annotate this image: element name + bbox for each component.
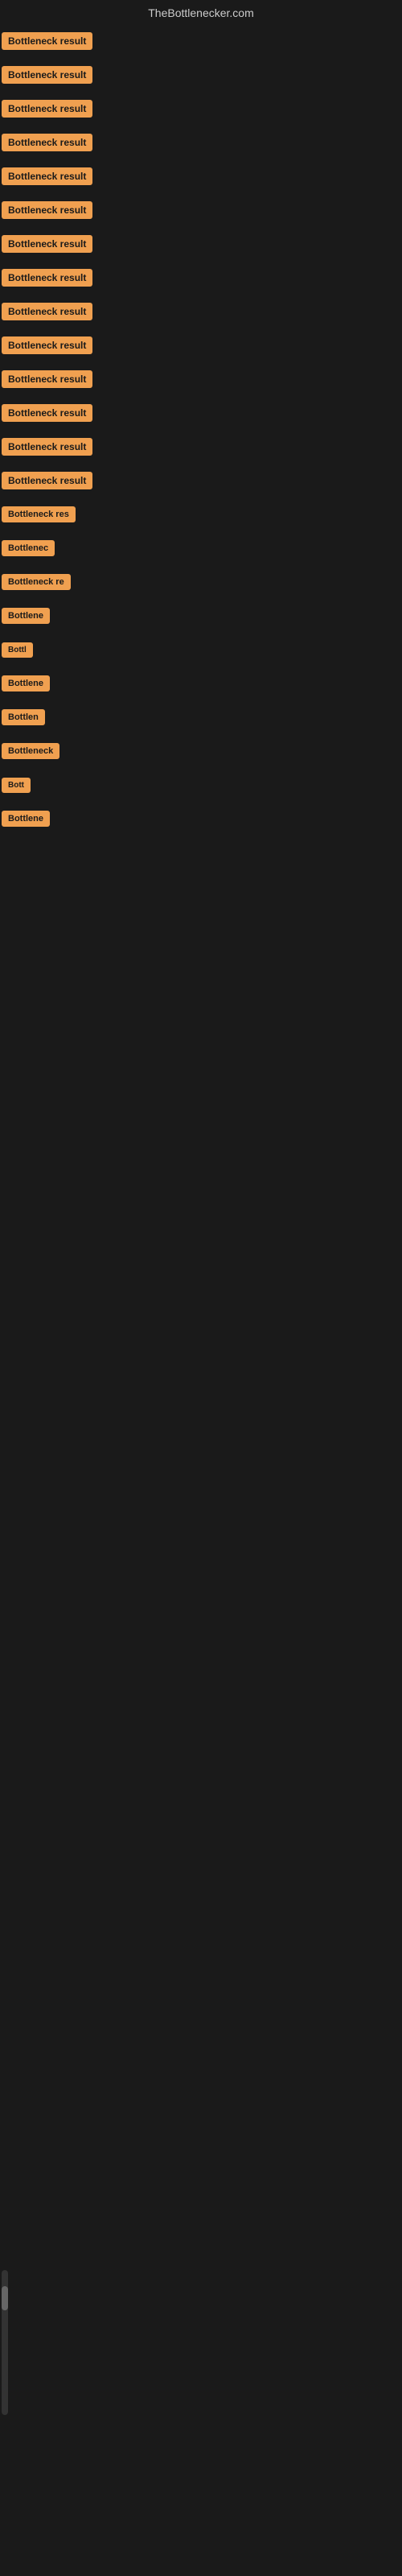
result-row: Bottleneck result <box>2 93 402 124</box>
result-row: Bottleneck result <box>2 161 402 192</box>
bottleneck-badge[interactable]: Bottleneck result <box>2 235 92 253</box>
result-row: Bottleneck result <box>2 431 402 462</box>
bottleneck-badge[interactable]: Bottleneck result <box>2 134 92 151</box>
bottleneck-badge[interactable]: Bottleneck result <box>2 167 92 185</box>
result-row: Bottlene <box>2 601 402 631</box>
bottleneck-badge[interactable]: Bottlene <box>2 811 50 827</box>
result-row: Bottlen <box>2 702 402 733</box>
result-row: Bottlenec <box>2 533 402 564</box>
bottleneck-badge[interactable]: Bottlenec <box>2 540 55 556</box>
scrollbar-thumb[interactable] <box>2 2286 8 2310</box>
result-row: Bottleneck result <box>2 26 402 56</box>
result-row: Bottleneck result <box>2 398 402 428</box>
result-row: Bottleneck <box>2 736 402 766</box>
result-row: Bottleneck res <box>2 499 402 530</box>
bottleneck-badge[interactable]: Bottleneck result <box>2 100 92 118</box>
bottleneck-badge[interactable]: Bottleneck result <box>2 32 92 50</box>
bottleneck-badge[interactable]: Bottleneck result <box>2 303 92 320</box>
bottleneck-badge[interactable]: Bottl <box>2 642 33 658</box>
bottleneck-badge[interactable]: Bottlen <box>2 709 45 725</box>
result-row: Bottleneck re <box>2 567 402 597</box>
bottleneck-badge[interactable]: Bottleneck result <box>2 404 92 422</box>
scrollbar-area[interactable] <box>2 2270 8 2415</box>
bottleneck-badge[interactable]: Bott <box>2 778 31 793</box>
result-row: Bottleneck result <box>2 229 402 259</box>
result-row: Bottleneck result <box>2 364 402 394</box>
result-row: Bottleneck result <box>2 330 402 361</box>
bottleneck-badge[interactable]: Bottleneck <box>2 743 59 759</box>
result-row: Bottlene <box>2 803 402 834</box>
bottleneck-badge[interactable]: Bottleneck result <box>2 370 92 388</box>
result-row: Bottleneck result <box>2 195 402 225</box>
result-row: Bottlene <box>2 668 402 699</box>
bottleneck-badge[interactable]: Bottleneck result <box>2 201 92 219</box>
bottleneck-badge[interactable]: Bottleneck res <box>2 506 76 522</box>
results-container: Bottleneck result Bottleneck result Bottle… <box>0 26 402 834</box>
bottleneck-badge[interactable]: Bottleneck result <box>2 472 92 489</box>
result-row: Bottleneck result <box>2 296 402 327</box>
result-row: Bottleneck result <box>2 465 402 496</box>
bottleneck-badge[interactable]: Bottleneck result <box>2 438 92 456</box>
site-header: TheBottlenecker.com <box>0 0 402 23</box>
bottleneck-badge[interactable]: Bottleneck re <box>2 574 71 590</box>
result-row: Bottleneck result <box>2 60 402 90</box>
result-row: Bottleneck result <box>2 127 402 158</box>
bottleneck-badge[interactable]: Bottlene <box>2 608 50 624</box>
result-row: Bott <box>2 770 402 800</box>
result-row: Bottleneck result <box>2 262 402 293</box>
result-row: Bottl <box>2 634 402 665</box>
bottleneck-badge[interactable]: Bottlene <box>2 675 50 691</box>
bottleneck-badge[interactable]: Bottleneck result <box>2 336 92 354</box>
bottleneck-badge[interactable]: Bottleneck result <box>2 269 92 287</box>
bottleneck-badge[interactable]: Bottleneck result <box>2 66 92 84</box>
